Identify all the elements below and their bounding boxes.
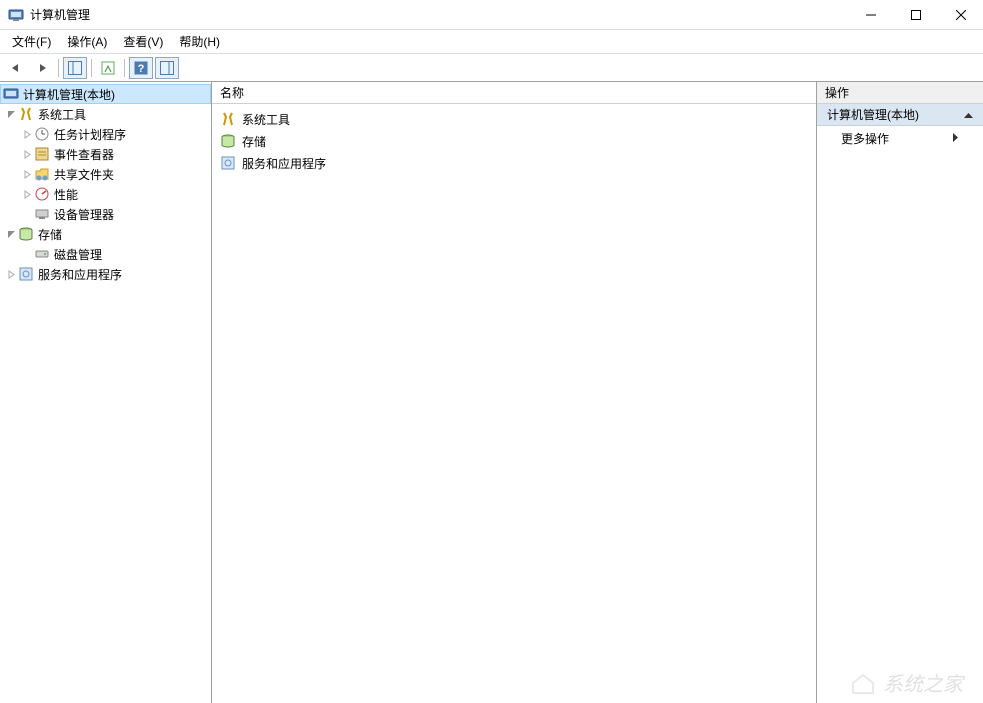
svg-text:?: ? — [138, 63, 145, 75]
toolbar-separator — [58, 59, 59, 77]
tools-icon — [220, 111, 236, 127]
toolbar-separator — [124, 59, 125, 77]
column-header-name[interactable]: 名称 — [212, 82, 816, 104]
main-list[interactable]: 系统工具 存储 服务和应用程序 — [212, 104, 816, 703]
event-viewer-icon — [34, 146, 50, 162]
menu-action[interactable]: 操作(A) — [59, 29, 115, 54]
app-icon — [8, 7, 24, 23]
tree-system-tools[interactable]: 系统工具 — [0, 104, 211, 124]
tree-event-viewer[interactable]: 事件查看器 — [0, 144, 211, 164]
toolbar: ? — [0, 54, 983, 82]
expand-icon[interactable] — [4, 270, 18, 279]
list-item-services-apps[interactable]: 服务和应用程序 — [212, 152, 816, 174]
menubar: 文件(F) 操作(A) 查看(V) 帮助(H) — [0, 30, 983, 54]
collapse-icon[interactable] — [4, 230, 18, 239]
show-hide-actions-button[interactable] — [155, 57, 179, 79]
main-panel: 名称 系统工具 存储 服务和应用程序 — [212, 82, 817, 703]
tree-label: 共享文件夹 — [54, 166, 118, 183]
tree-disk-management[interactable]: 磁盘管理 — [0, 244, 211, 264]
show-hide-tree-button[interactable] — [63, 57, 87, 79]
performance-icon — [34, 186, 50, 202]
chevron-right-icon — [953, 131, 959, 145]
tree-shared-folders[interactable]: 共享文件夹 — [0, 164, 211, 184]
tree-services-apps[interactable]: 服务和应用程序 — [0, 264, 211, 284]
device-manager-icon — [34, 206, 50, 222]
tree-panel[interactable]: 计算机管理(本地) 系统工具 任务计划程序 事件查看器 共享文件夹 性能 — [0, 82, 212, 703]
tree-label: 系统工具 — [38, 106, 90, 123]
properties-button[interactable] — [96, 57, 120, 79]
tree-label: 任务计划程序 — [54, 126, 130, 143]
content-area: 计算机管理(本地) 系统工具 任务计划程序 事件查看器 共享文件夹 性能 — [0, 82, 983, 703]
tree-performance[interactable]: 性能 — [0, 184, 211, 204]
actions-header: 操作 — [817, 82, 983, 104]
tree-label: 设备管理器 — [54, 206, 118, 223]
toolbar-separator — [91, 59, 92, 77]
close-button[interactable] — [938, 0, 983, 30]
tree-root[interactable]: 计算机管理(本地) — [0, 84, 211, 104]
actions-group[interactable]: 计算机管理(本地) — [817, 104, 983, 126]
menu-view[interactable]: 查看(V) — [115, 29, 171, 54]
expand-icon[interactable] — [20, 190, 34, 199]
titlebar: 计算机管理 — [0, 0, 983, 30]
tree-label: 服务和应用程序 — [38, 266, 126, 283]
list-item-system-tools[interactable]: 系统工具 — [212, 108, 816, 130]
collapse-icon[interactable] — [4, 110, 18, 119]
tools-icon — [18, 106, 34, 122]
disk-icon — [34, 246, 50, 262]
storage-icon — [18, 226, 34, 242]
actions-more[interactable]: 更多操作 — [817, 126, 983, 150]
tree-label: 磁盘管理 — [54, 246, 106, 263]
tree-label: 事件查看器 — [54, 146, 118, 163]
tree-label: 存储 — [38, 226, 66, 243]
tree-device-manager[interactable]: 设备管理器 — [0, 204, 211, 224]
expand-icon[interactable] — [20, 150, 34, 159]
menu-help[interactable]: 帮助(H) — [171, 29, 228, 54]
expand-icon[interactable] — [20, 170, 34, 179]
actions-panel: 操作 计算机管理(本地) 更多操作 — [817, 82, 983, 703]
menu-file[interactable]: 文件(F) — [4, 29, 59, 54]
services-icon — [18, 266, 34, 282]
help-button[interactable]: ? — [129, 57, 153, 79]
window-title: 计算机管理 — [30, 6, 848, 23]
services-icon — [220, 155, 236, 171]
storage-icon — [220, 133, 236, 149]
actions-item-label: 更多操作 — [841, 130, 889, 147]
clock-icon — [34, 126, 50, 142]
list-label: 系统工具 — [242, 111, 290, 128]
maximize-button[interactable] — [893, 0, 938, 30]
collapse-up-icon — [964, 108, 973, 122]
list-label: 存储 — [242, 133, 266, 150]
expand-icon[interactable] — [20, 130, 34, 139]
list-item-storage[interactable]: 存储 — [212, 130, 816, 152]
tree-label: 计算机管理(本地) — [23, 86, 119, 103]
computer-mgmt-icon — [3, 86, 19, 102]
list-label: 服务和应用程序 — [242, 155, 326, 172]
shared-folder-icon — [34, 166, 50, 182]
forward-button[interactable] — [30, 57, 54, 79]
actions-group-label: 计算机管理(本地) — [827, 106, 919, 123]
tree-task-scheduler[interactable]: 任务计划程序 — [0, 124, 211, 144]
minimize-button[interactable] — [848, 0, 893, 30]
tree-label: 性能 — [54, 186, 82, 203]
tree-storage[interactable]: 存储 — [0, 224, 211, 244]
back-button[interactable] — [4, 57, 28, 79]
